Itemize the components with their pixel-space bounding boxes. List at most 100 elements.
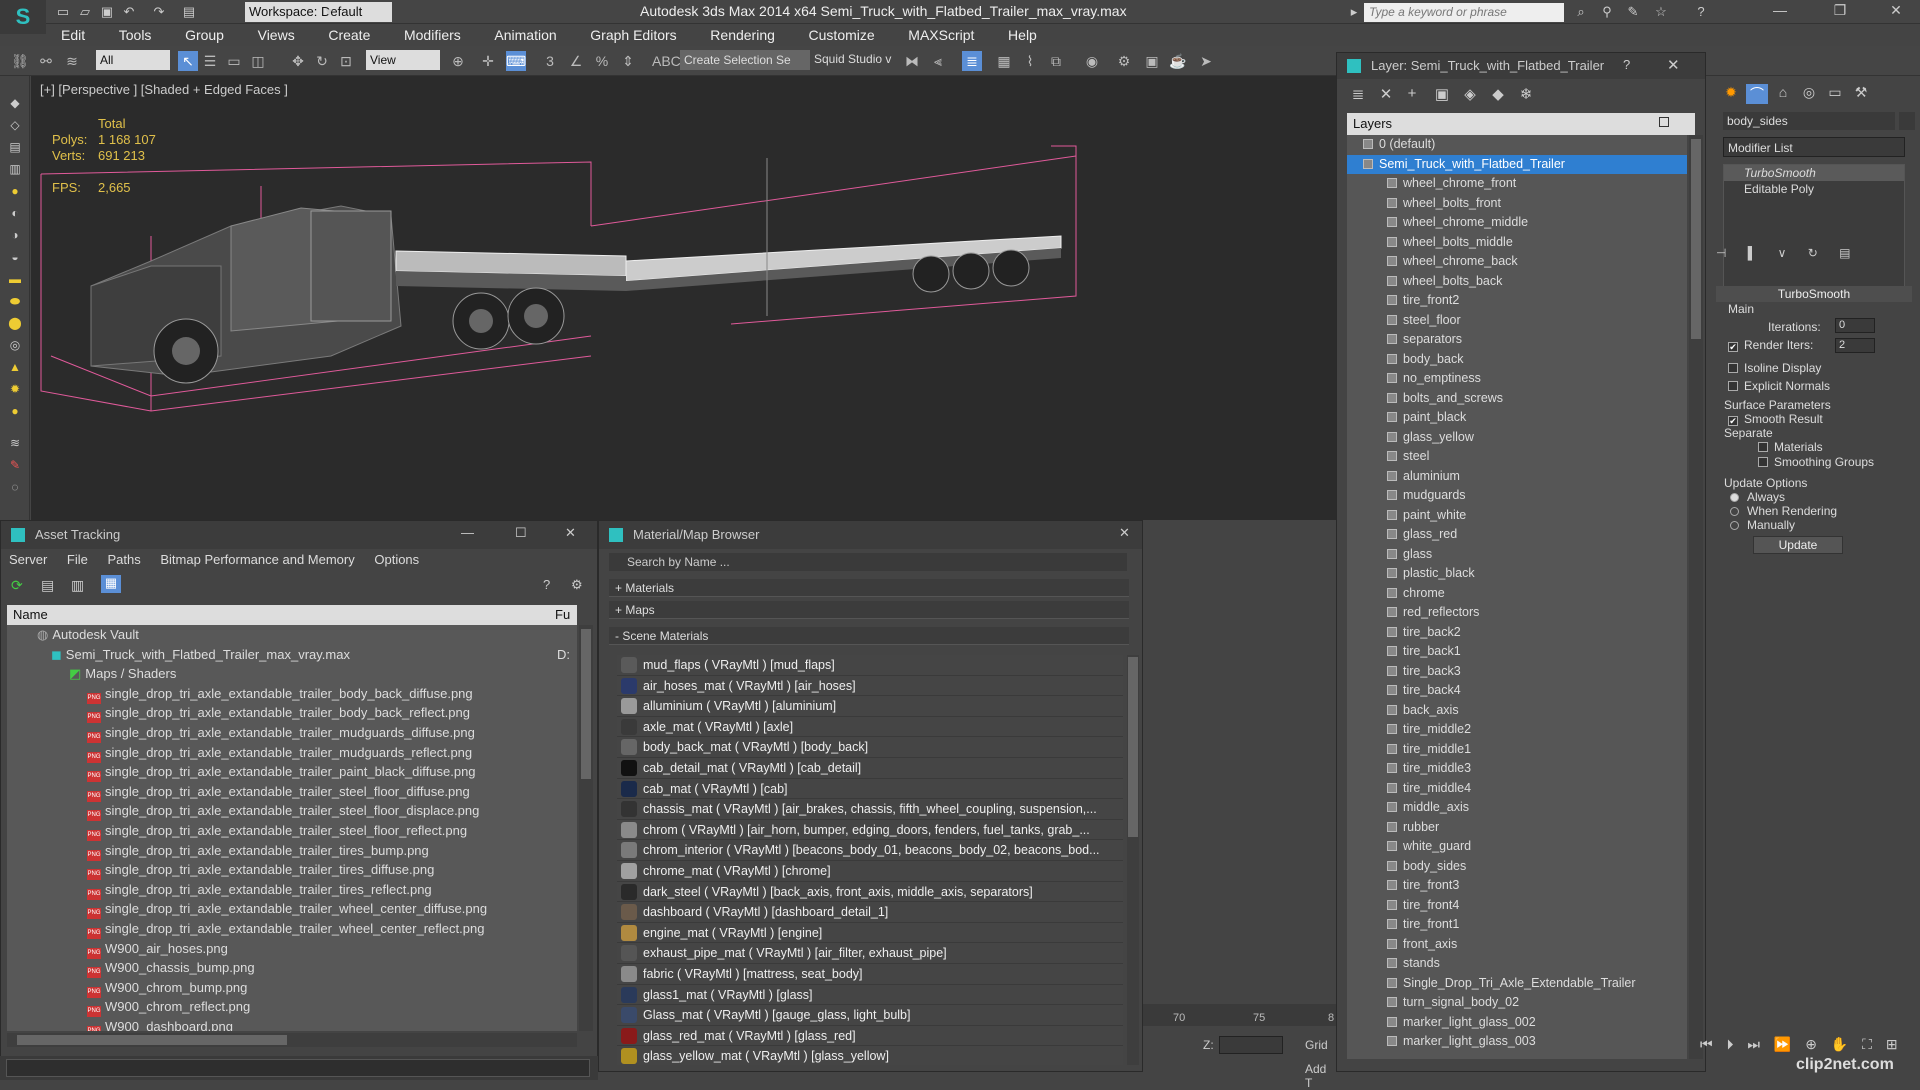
layer-object-row[interactable]: wheel_chrome_back — [1347, 252, 1687, 272]
select-manipulate-icon[interactable]: ✛ — [478, 51, 498, 71]
map-file-row[interactable]: PNG single_drop_tri_axle_extandable_trail… — [7, 899, 577, 920]
layer-visibility-header-icon[interactable] — [1659, 117, 1669, 127]
asset-settings-icon[interactable]: ⚙ — [571, 577, 583, 593]
layer-object-row[interactable]: white_guard — [1347, 837, 1687, 857]
layer-object-row[interactable]: tire_back3 — [1347, 662, 1687, 682]
motion-tab-icon[interactable]: ◎ — [1798, 84, 1820, 104]
stack-tools[interactable]: ⊣ ▌ ∨ ↻ ▤ — [1716, 246, 1912, 260]
layer-object-row[interactable]: middle_axis — [1347, 798, 1687, 818]
map-file-row[interactable]: PNG W900_air_hoses.png — [7, 939, 577, 959]
always-radio[interactable]: Always — [1730, 490, 1785, 504]
layer-object-row[interactable]: tire_front1 — [1347, 915, 1687, 935]
scale-icon[interactable]: ⊡ — [336, 51, 356, 71]
tools-icon[interactable]: ✎ — [1624, 3, 1642, 21]
strip-tool-icon[interactable]: ▤ — [6, 140, 24, 154]
maxscript-listener-field[interactable] — [6, 1059, 590, 1077]
map-file-row[interactable]: PNG W900_chrom_bump.png — [7, 978, 577, 998]
object-color-swatch[interactable] — [1899, 112, 1915, 130]
map-file-row[interactable]: PNG single_drop_tri_axle_extandable_trail… — [7, 860, 577, 881]
workspace-chevron-icon[interactable]: ▾ — [320, 3, 338, 21]
rotate-icon[interactable]: ↻ — [312, 51, 332, 71]
perspective-viewport[interactable] — [31, 76, 1337, 520]
layer-object-row[interactable]: wheel_bolts_middle — [1347, 233, 1687, 253]
layer-help-icon[interactable]: ? — [1623, 57, 1630, 72]
material-row[interactable]: mud_flaps ( VRayMtl ) [mud_flaps] — [617, 655, 1123, 676]
strip-tool-icon[interactable]: ◐ — [6, 206, 24, 220]
delete-layer-icon[interactable]: ✕ — [1375, 85, 1397, 107]
asset-menu-file[interactable]: File — [59, 549, 96, 570]
window-crossing-icon[interactable]: ◫ — [248, 51, 268, 71]
layer-object-row[interactable]: wheel_chrome_middle — [1347, 213, 1687, 233]
render-iters-checkbox[interactable]: ✔ Render Iters: — [1728, 338, 1813, 352]
strip-tool-icon[interactable]: ▬ — [6, 272, 24, 286]
vault-row[interactable]: ◍ Autodesk Vault — [7, 625, 577, 645]
menu-graph-editors[interactable]: Graph Editors — [575, 24, 691, 46]
snaps-toggle-icon[interactable]: 3 — [540, 51, 560, 71]
menu-edit[interactable]: Edit — [46, 24, 100, 46]
asset-menu-bitmap[interactable]: Bitmap Performance and Memory — [152, 549, 362, 570]
layer-object-row[interactable]: tire_back1 — [1347, 642, 1687, 662]
strip-tool-icon[interactable]: ◌ — [6, 480, 24, 494]
layer-object-row[interactable]: body_back — [1347, 350, 1687, 370]
asset-menu-server[interactable]: Server — [1, 549, 55, 570]
layer-object-row[interactable]: wheel_chrome_front — [1347, 174, 1687, 194]
render-iters-spinner[interactable]: 2 — [1835, 338, 1875, 353]
map-file-row[interactable]: PNG W900_chrom_reflect.png — [7, 997, 577, 1018]
edit-named-selection-icon[interactable]: ABC — [652, 51, 681, 71]
material-row[interactable]: body_back_mat ( VRayMtl ) [body_back] — [617, 737, 1123, 758]
hierarchy-tab-icon[interactable]: ⌂ — [1772, 84, 1794, 104]
restore-button[interactable]: ❐ — [1820, 2, 1860, 22]
schematic-view-icon[interactable]: ⧉ — [1046, 51, 1066, 71]
map-file-row[interactable]: PNG single_drop_tri_axle_extandable_trail… — [7, 723, 577, 743]
hide-all-layers-icon[interactable]: ◆ — [1487, 85, 1509, 107]
refresh-icon[interactable]: ⟳ — [11, 577, 23, 594]
table-view-icon[interactable]: ▦ — [101, 575, 121, 593]
layer-manager-icon[interactable]: ≣ — [962, 51, 982, 71]
render-iterative-icon[interactable]: ➤ — [1196, 51, 1216, 71]
asset-scrollbar[interactable] — [579, 625, 593, 1031]
strip-tool-icon[interactable]: ✹ — [6, 382, 24, 396]
material-row[interactable]: axle_mat ( VRayMtl ) [axle] — [617, 716, 1123, 738]
stack-item-turbosmooth[interactable]: TurboSmooth — [1724, 165, 1904, 181]
layer-object-row[interactable]: tire_front3 — [1347, 876, 1687, 896]
layer-object-row[interactable]: glass_yellow — [1347, 428, 1687, 448]
communication-center-icon[interactable]: ⚲ — [1598, 3, 1616, 21]
menu-views[interactable]: Views — [243, 24, 310, 46]
material-row[interactable]: Glass_mat ( VRayMtl ) [gauge_glass, ligh… — [617, 1005, 1123, 1026]
viewport-label[interactable]: [+] [Perspective ] [Shaded + Edged Faces… — [40, 82, 288, 97]
material-row[interactable]: chrom_interior ( VRayMtl ) [beacons_body… — [617, 840, 1123, 861]
layer-object-row[interactable]: marker_light_glass_002 — [1347, 1013, 1687, 1033]
layer-object-row[interactable]: paint_black — [1347, 408, 1687, 428]
strip-tool-icon[interactable]: ⬬ — [6, 294, 24, 308]
menu-animation[interactable]: Animation — [479, 24, 571, 46]
asset-close-icon[interactable]: ✕ — [565, 525, 576, 541]
selection-filter-dropdown[interactable]: All — [96, 50, 170, 70]
link-icon[interactable]: ⛓ — [10, 51, 30, 71]
layer-row-default[interactable]: 0 (default) — [1347, 135, 1687, 155]
menu-maxscript[interactable]: MAXScript — [893, 24, 989, 46]
align-icon[interactable]: ⫷ — [928, 51, 948, 71]
layer-object-row[interactable]: separators — [1347, 330, 1687, 350]
map-file-row[interactable]: PNG W900_dashboard.png — [7, 1017, 577, 1031]
help-icon[interactable]: ? — [1692, 3, 1710, 21]
layer-object-row[interactable]: mudguards — [1347, 486, 1687, 506]
layer-object-row[interactable]: tire_back2 — [1347, 623, 1687, 643]
layer-object-row[interactable]: glass — [1347, 545, 1687, 565]
map-file-row[interactable]: PNG single_drop_tri_axle_extandable_trail… — [7, 684, 577, 704]
strip-tool-icon[interactable]: ▲ — [6, 360, 24, 374]
highlight-layer-icon[interactable]: ◈ — [1459, 85, 1481, 107]
thumbnail-icon[interactable]: ▥ — [71, 577, 84, 594]
bind-space-warp-icon[interactable]: ≋ — [62, 51, 82, 71]
help-search-input[interactable]: Type a keyword or phrase — [1364, 3, 1564, 22]
material-row[interactable]: alluminium ( VRayMtl ) [aluminium] — [617, 696, 1123, 717]
material-close-icon[interactable]: ✕ — [1119, 525, 1130, 541]
layer-scroll-thumb[interactable] — [1691, 139, 1701, 339]
materials-checkbox[interactable]: Materials — [1758, 440, 1823, 454]
layer-object-row[interactable]: tire_middle3 — [1347, 759, 1687, 779]
menu-group[interactable]: Group — [170, 24, 239, 46]
maps-folder-row[interactable]: ◩ Maps / Shaders — [7, 664, 577, 684]
material-row[interactable]: exhaust_pipe_mat ( VRayMtl ) [air_filter… — [617, 943, 1123, 964]
material-row[interactable]: dark_steel ( VRayMtl ) [back_axis, front… — [617, 881, 1123, 903]
layer-object-row[interactable]: paint_white — [1347, 506, 1687, 526]
iterations-spinner[interactable]: 0 — [1835, 318, 1875, 333]
